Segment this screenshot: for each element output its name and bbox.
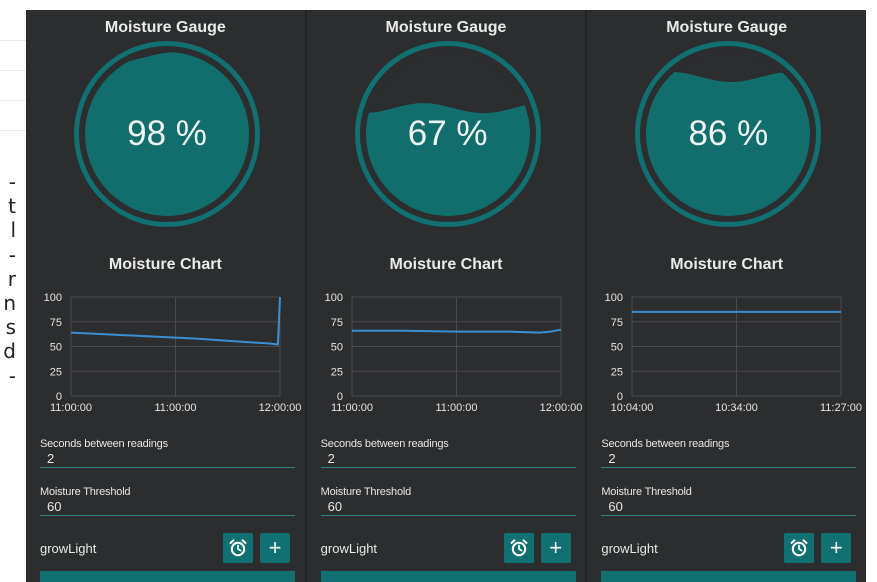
- y-tick-label: 25: [330, 366, 342, 378]
- gauge-title: Moisture Gauge: [666, 19, 788, 36]
- alarm-clock-icon: [510, 539, 528, 557]
- y-tick-label: 100: [324, 292, 342, 304]
- gauge-value: 86 %: [688, 114, 769, 153]
- y-tick-label: 50: [611, 342, 623, 354]
- x-tick-label: 10:34:00: [715, 402, 758, 414]
- threshold-label: Moisture Threshold: [40, 486, 131, 498]
- x-tick-label: 11:00:00: [331, 402, 373, 414]
- add-button[interactable]: +: [821, 533, 852, 563]
- alarm-button[interactable]: [223, 533, 253, 563]
- chart-title: Moisture Chart: [389, 256, 503, 273]
- device-label: growLight: [320, 541, 378, 556]
- alarm-button[interactable]: [784, 533, 815, 563]
- bottom-action-bar[interactable]: [601, 571, 857, 582]
- dashboard: Moisture Gauge 98 % Moisture Chart 100 75…: [26, 10, 867, 582]
- gauge-value: 67 %: [407, 114, 488, 153]
- add-button[interactable]: +: [540, 533, 571, 563]
- x-tick-label: 11:00:00: [435, 402, 477, 414]
- threshold-input[interactable]: 60: [328, 499, 576, 515]
- chart-title: Moisture Chart: [108, 256, 222, 273]
- moisture-gauge: 98 %: [74, 41, 260, 227]
- y-tick-label: 25: [50, 366, 62, 378]
- y-tick-label: 100: [605, 292, 623, 304]
- y-tick-label: 50: [330, 342, 342, 354]
- x-tick-label: 11:00:00: [154, 402, 196, 414]
- threshold-label: Moisture Threshold: [601, 486, 692, 498]
- seconds-between-readings-field[interactable]: Seconds between readings 2: [320, 438, 576, 468]
- seconds-label: Seconds between readings: [601, 438, 730, 450]
- gauge-value: 98 %: [127, 114, 207, 153]
- x-tick-label: 11:27:00: [820, 402, 862, 414]
- moisture-chart: 100 75 50 25 0 11:00:00 11:00:00 12:00:00: [307, 278, 586, 418]
- y-tick-label: 75: [330, 317, 342, 329]
- moisture-chart-svg: 100755025011:00:00 11:00:00 12:00:00: [324, 292, 582, 414]
- add-button[interactable]: +: [260, 533, 290, 563]
- alarm-clock-icon: [229, 539, 247, 557]
- moisture-threshold-field[interactable]: Moisture Threshold 60: [40, 486, 295, 516]
- moisture-chart-svg: 100755025010:04:00 10:34:00 11:27:00: [605, 292, 862, 414]
- moisture-chart: 100 75 50 25 0 10:04:00 10:34:00 11:27:00: [587, 278, 866, 418]
- moisture-threshold-field[interactable]: Moisture Threshold 60: [601, 486, 857, 516]
- seconds-label: Seconds between readings: [320, 438, 449, 450]
- device-label: growLight: [40, 541, 97, 556]
- moisture-gauge: 67 %: [354, 41, 541, 227]
- y-tick-label: 50: [50, 342, 62, 354]
- seconds-input[interactable]: 2: [328, 451, 576, 467]
- moisture-chart-svg: 100755025011:00:00 11:00:00 12:00:00: [44, 292, 302, 414]
- x-tick-label: 10:04:00: [611, 402, 654, 414]
- moisture-chart: 100 75 50 25 0 11:00:00 11:00:00 12:00:00: [26, 278, 305, 418]
- bottom-action-bar[interactable]: [40, 571, 295, 582]
- alarm-clock-icon: [790, 539, 808, 557]
- background-text-fragment: - t l - r n s d -: [3, 170, 16, 388]
- moisture-threshold-field[interactable]: Moisture Threshold 60: [320, 486, 576, 516]
- seconds-input[interactable]: 2: [608, 451, 856, 467]
- device-label: growLight: [601, 541, 658, 556]
- y-tick-label: 75: [611, 317, 623, 329]
- seconds-input[interactable]: 2: [47, 451, 295, 467]
- x-tick-label: 12:00:00: [539, 402, 582, 414]
- chart-title: Moisture Chart: [670, 256, 784, 273]
- plant-panel: Moisture Gauge 86 % Moisture Chart 100 75…: [587, 10, 867, 582]
- seconds-between-readings-field[interactable]: Seconds between readings 2: [601, 438, 857, 468]
- y-tick-label: 100: [44, 292, 62, 304]
- seconds-label: Seconds between readings: [40, 438, 168, 450]
- moisture-gauge: 86 %: [635, 41, 822, 227]
- seconds-between-readings-field[interactable]: Seconds between readings 2: [40, 438, 295, 468]
- plant-panel: Moisture Gauge 67 % Moisture Chart 100 75…: [306, 10, 586, 582]
- y-tick-label: 75: [50, 317, 62, 329]
- y-tick-label: 25: [611, 366, 623, 378]
- threshold-input[interactable]: 60: [47, 499, 295, 515]
- threshold-input[interactable]: 60: [608, 499, 856, 515]
- plant-panel: Moisture Gauge 98 % Moisture Chart 100 75…: [26, 10, 305, 582]
- gauge-title: Moisture Gauge: [385, 19, 507, 36]
- x-tick-label: 12:00:00: [259, 402, 302, 414]
- threshold-label: Moisture Threshold: [320, 486, 412, 498]
- alarm-button[interactable]: [503, 533, 534, 563]
- x-tick-label: 11:00:00: [50, 402, 92, 414]
- gauge-title: Moisture Gauge: [104, 19, 226, 36]
- bottom-action-bar[interactable]: [320, 571, 576, 582]
